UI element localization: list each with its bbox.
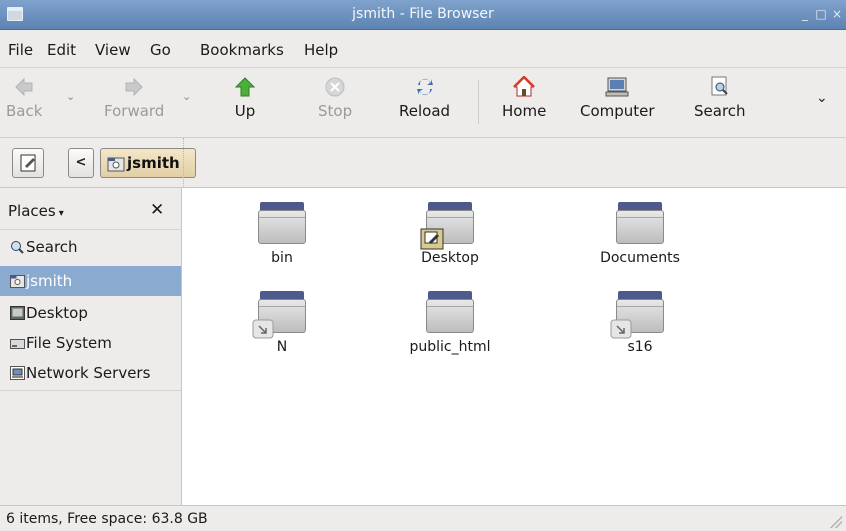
file-name: s16 [627, 339, 653, 355]
close-sidebar-icon[interactable]: ✕ [150, 200, 164, 220]
sidebar-item-label: File System [26, 334, 112, 352]
symlink-icon [252, 319, 274, 339]
sidebar-item-label: Search [26, 238, 78, 256]
menubar: File Edit View Go Bookmarks Help [0, 30, 846, 68]
home-folder-icon [107, 157, 125, 172]
home-icon [513, 76, 536, 97]
file-name: Documents [600, 250, 680, 266]
forward-label: Forward [104, 102, 165, 120]
sidebar-resize-handle[interactable] [183, 138, 185, 188]
file-name: Desktop [421, 250, 479, 266]
sidebar-header: Places ▾ ✕ [0, 188, 182, 230]
search-label: Search [694, 102, 746, 120]
folder-icon [616, 202, 664, 246]
folder-icon [252, 291, 306, 339]
up-label: Up [234, 102, 256, 120]
back-history-chevron-icon[interactable]: ⌄ [66, 90, 75, 103]
file-item-documents[interactable]: Documents [580, 202, 700, 266]
maximize-icon[interactable]: □ [814, 7, 828, 21]
chevron-down-icon: ▾ [58, 208, 64, 219]
computer-label: Computer [580, 102, 655, 120]
breadcrumb-jsmith-button[interactable]: jsmith [100, 148, 196, 178]
menu-file[interactable]: File [8, 41, 33, 59]
file-item-desktop[interactable]: Desktop [390, 202, 510, 266]
toggle-location-entry-button[interactable] [12, 148, 44, 178]
desktop-icon [10, 306, 25, 320]
sidebar-item-label: Network Servers [26, 364, 151, 382]
forward-button[interactable]: Forward [104, 76, 164, 120]
search-icon [711, 76, 728, 96]
breadcrumb-left-arrow-button[interactable]: < [68, 148, 94, 178]
search-icon [11, 241, 24, 254]
forward-history-chevron-icon[interactable]: ⌄ [182, 90, 191, 103]
search-button[interactable]: Search [694, 76, 746, 120]
sidebar: Places ▾ ✕ Search jsmith Desktop File Sys… [0, 188, 182, 505]
sidebar-item-search[interactable]: Search [0, 232, 181, 262]
folder-icon [610, 291, 664, 339]
reload-icon [416, 78, 433, 96]
file-name: bin [271, 250, 293, 266]
stop-button[interactable]: Stop [318, 76, 352, 120]
sidebar-item-label: Desktop [26, 304, 88, 322]
toolbar-overflow-chevron-icon[interactable]: ⌄ [816, 90, 828, 106]
status-text: 6 items, Free space: 63.8 GB [6, 511, 208, 527]
sidebar-item-desktop[interactable]: Desktop [0, 298, 181, 328]
computer-icon [605, 77, 629, 97]
menu-bookmarks[interactable]: Bookmarks [200, 41, 284, 59]
edit-location-icon [20, 154, 36, 172]
home-folder-icon [10, 275, 25, 288]
sidebar-item-jsmith[interactable]: jsmith [0, 266, 181, 296]
title-bar[interactable]: jsmith - File Browser _ □ × [0, 0, 846, 30]
breadcrumb-label: jsmith [127, 154, 180, 172]
desktop-emblem-icon [420, 228, 444, 250]
file-item-s16[interactable]: s16 [580, 291, 700, 355]
file-view[interactable]: bin Desktop Documents N public_html s16 [184, 188, 846, 505]
home-label: Home [502, 102, 547, 120]
file-name: public_html [409, 339, 491, 355]
minimize-icon[interactable]: _ [798, 7, 812, 21]
places-label: Places [8, 202, 56, 220]
places-dropdown[interactable]: Places ▾ [8, 202, 64, 220]
menu-edit[interactable]: Edit [47, 41, 76, 59]
home-button[interactable]: Home [502, 76, 546, 120]
window-title: jsmith - File Browser [352, 6, 494, 22]
menu-go[interactable]: Go [150, 41, 171, 59]
close-icon[interactable]: × [830, 7, 844, 21]
sidebar-item-label: jsmith [26, 272, 73, 290]
file-name: N [276, 339, 288, 355]
sidebar-item-file-system[interactable]: File System [0, 328, 181, 358]
sidebar-item-network-servers[interactable]: Network Servers [0, 358, 181, 388]
back-arrow-icon [15, 77, 33, 97]
folder-icon [258, 202, 306, 246]
menu-view[interactable]: View [95, 41, 131, 59]
sidebar-divider [0, 390, 181, 391]
file-item-n[interactable]: N [222, 291, 342, 355]
forward-arrow-icon [125, 77, 143, 97]
resize-grip-icon[interactable] [830, 516, 842, 528]
reload-button[interactable]: Reload [399, 76, 450, 120]
toolbar-separator [478, 80, 479, 124]
back-button[interactable]: Back [6, 76, 42, 120]
back-label: Back [6, 102, 43, 120]
folder-icon [426, 291, 474, 335]
reload-label: Reload [399, 102, 451, 120]
computer-button[interactable]: Computer [580, 76, 655, 120]
up-button[interactable]: Up [234, 76, 256, 120]
symlink-icon [610, 319, 632, 339]
file-item-public-html[interactable]: public_html [390, 291, 510, 355]
network-icon [10, 366, 25, 380]
file-item-bin[interactable]: bin [222, 202, 342, 266]
stop-label: Stop [318, 102, 353, 120]
up-arrow-icon [234, 77, 256, 97]
location-bar: < jsmith [0, 138, 846, 188]
stop-icon [325, 77, 345, 97]
drive-icon [10, 339, 25, 349]
toolbar: Back ⌄ Forward ⌄ Up Stop Reload Home Com… [0, 68, 846, 138]
status-bar: 6 items, Free space: 63.8 GB [0, 505, 846, 531]
folder-icon [420, 202, 474, 250]
menu-help[interactable]: Help [304, 41, 338, 59]
